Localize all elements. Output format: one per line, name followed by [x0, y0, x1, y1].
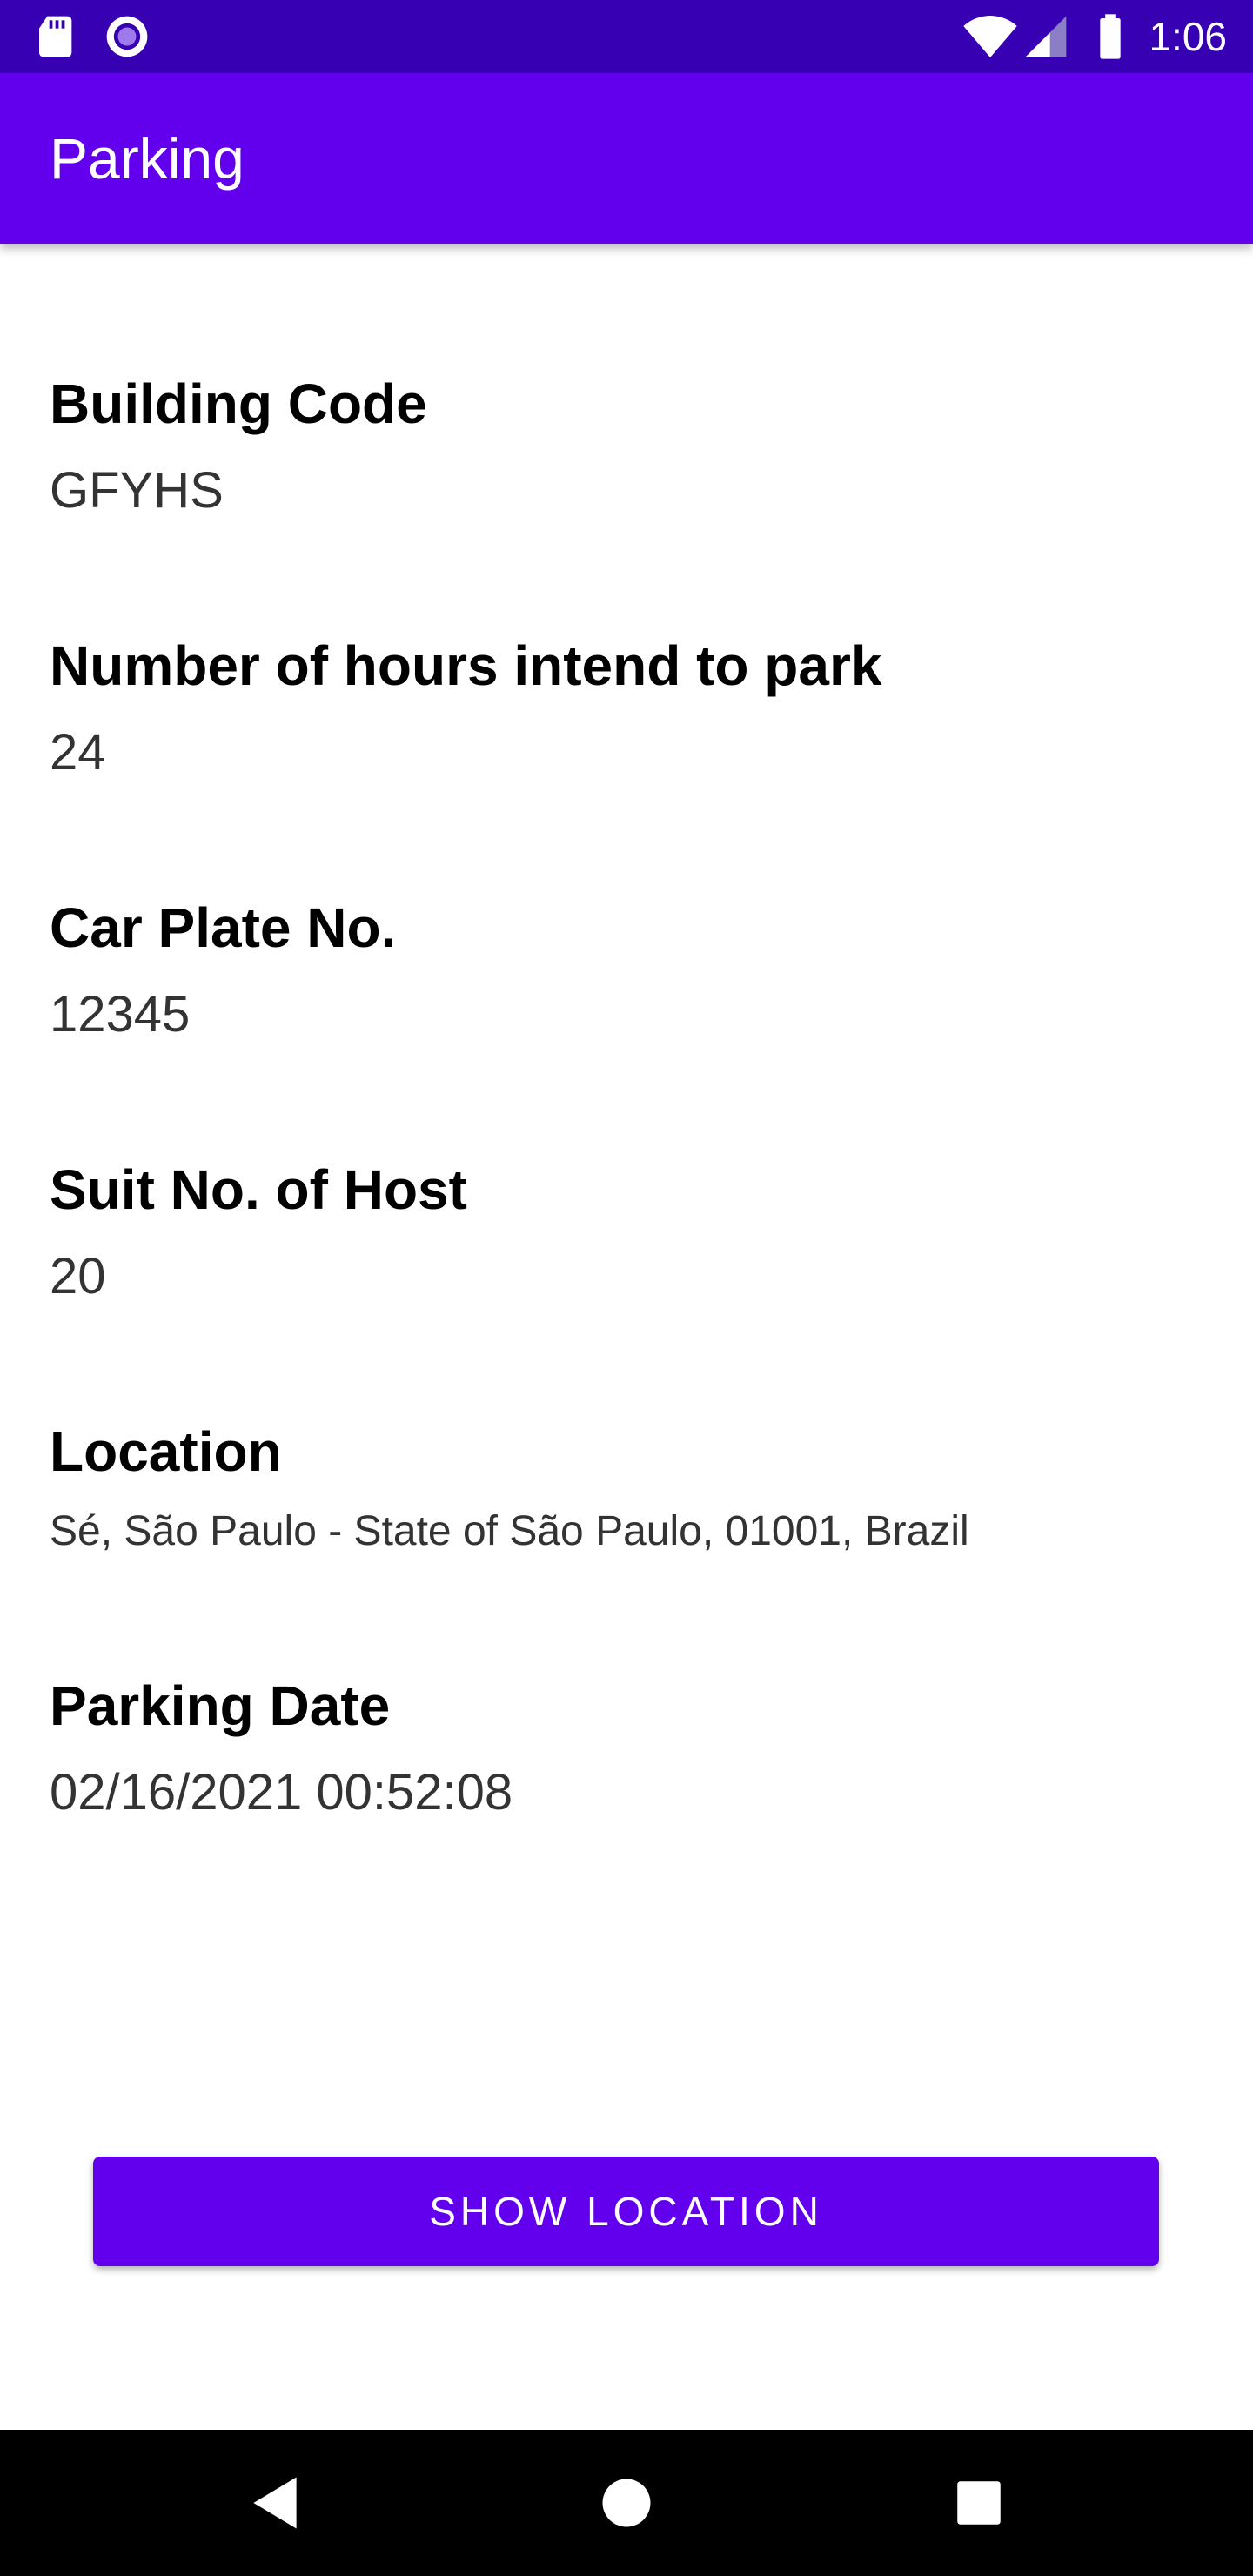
- building-code-field: Building Code GFYHS: [50, 369, 1207, 522]
- status-time: 1:06: [1149, 14, 1227, 59]
- hours-value: 24: [50, 724, 106, 781]
- location-field: Location Sé, São Paulo - State of São Pa…: [50, 1417, 1207, 1563]
- suit-no-value: 20: [50, 1248, 106, 1305]
- location-label: Location: [50, 1420, 282, 1483]
- parking-date-field: Parking Date 02/16/2021 00:52:08: [50, 1671, 1207, 1824]
- hours-field: Number of hours intend to park 24: [50, 631, 1207, 784]
- wifi-icon: [962, 12, 1017, 61]
- navigation-bar: [0, 2430, 1253, 2576]
- recents-icon[interactable]: [935, 2459, 1022, 2546]
- page-title: Parking: [50, 126, 245, 191]
- hours-label: Number of hours intend to park: [50, 634, 882, 697]
- car-plate-value: 12345: [50, 986, 191, 1043]
- back-icon[interactable]: [231, 2459, 318, 2546]
- sd-card-icon: [33, 12, 82, 61]
- battery-icon: [1086, 12, 1135, 61]
- signal-icon: [1022, 12, 1070, 61]
- car-plate-field: Car Plate No. 12345: [50, 893, 1207, 1046]
- car-plate-label: Car Plate No.: [50, 896, 397, 959]
- status-bar: 1:06: [0, 0, 1253, 73]
- building-code-value: GFYHS: [50, 462, 224, 519]
- location-value: Sé, São Paulo - State of São Paulo, 0100…: [50, 1508, 969, 1554]
- suit-no-field: Suit No. of Host 20: [50, 1155, 1207, 1308]
- parking-date-value: 02/16/2021 00:52:08: [50, 1764, 513, 1821]
- home-icon[interactable]: [583, 2459, 670, 2546]
- parking-date-label: Parking Date: [50, 1674, 391, 1737]
- record-icon: [103, 12, 151, 61]
- building-code-label: Building Code: [50, 372, 427, 435]
- suit-no-label: Suit No. of Host: [50, 1158, 467, 1221]
- show-location-button[interactable]: SHOW LOCATION: [93, 2157, 1159, 2266]
- app-bar: Parking: [0, 73, 1253, 244]
